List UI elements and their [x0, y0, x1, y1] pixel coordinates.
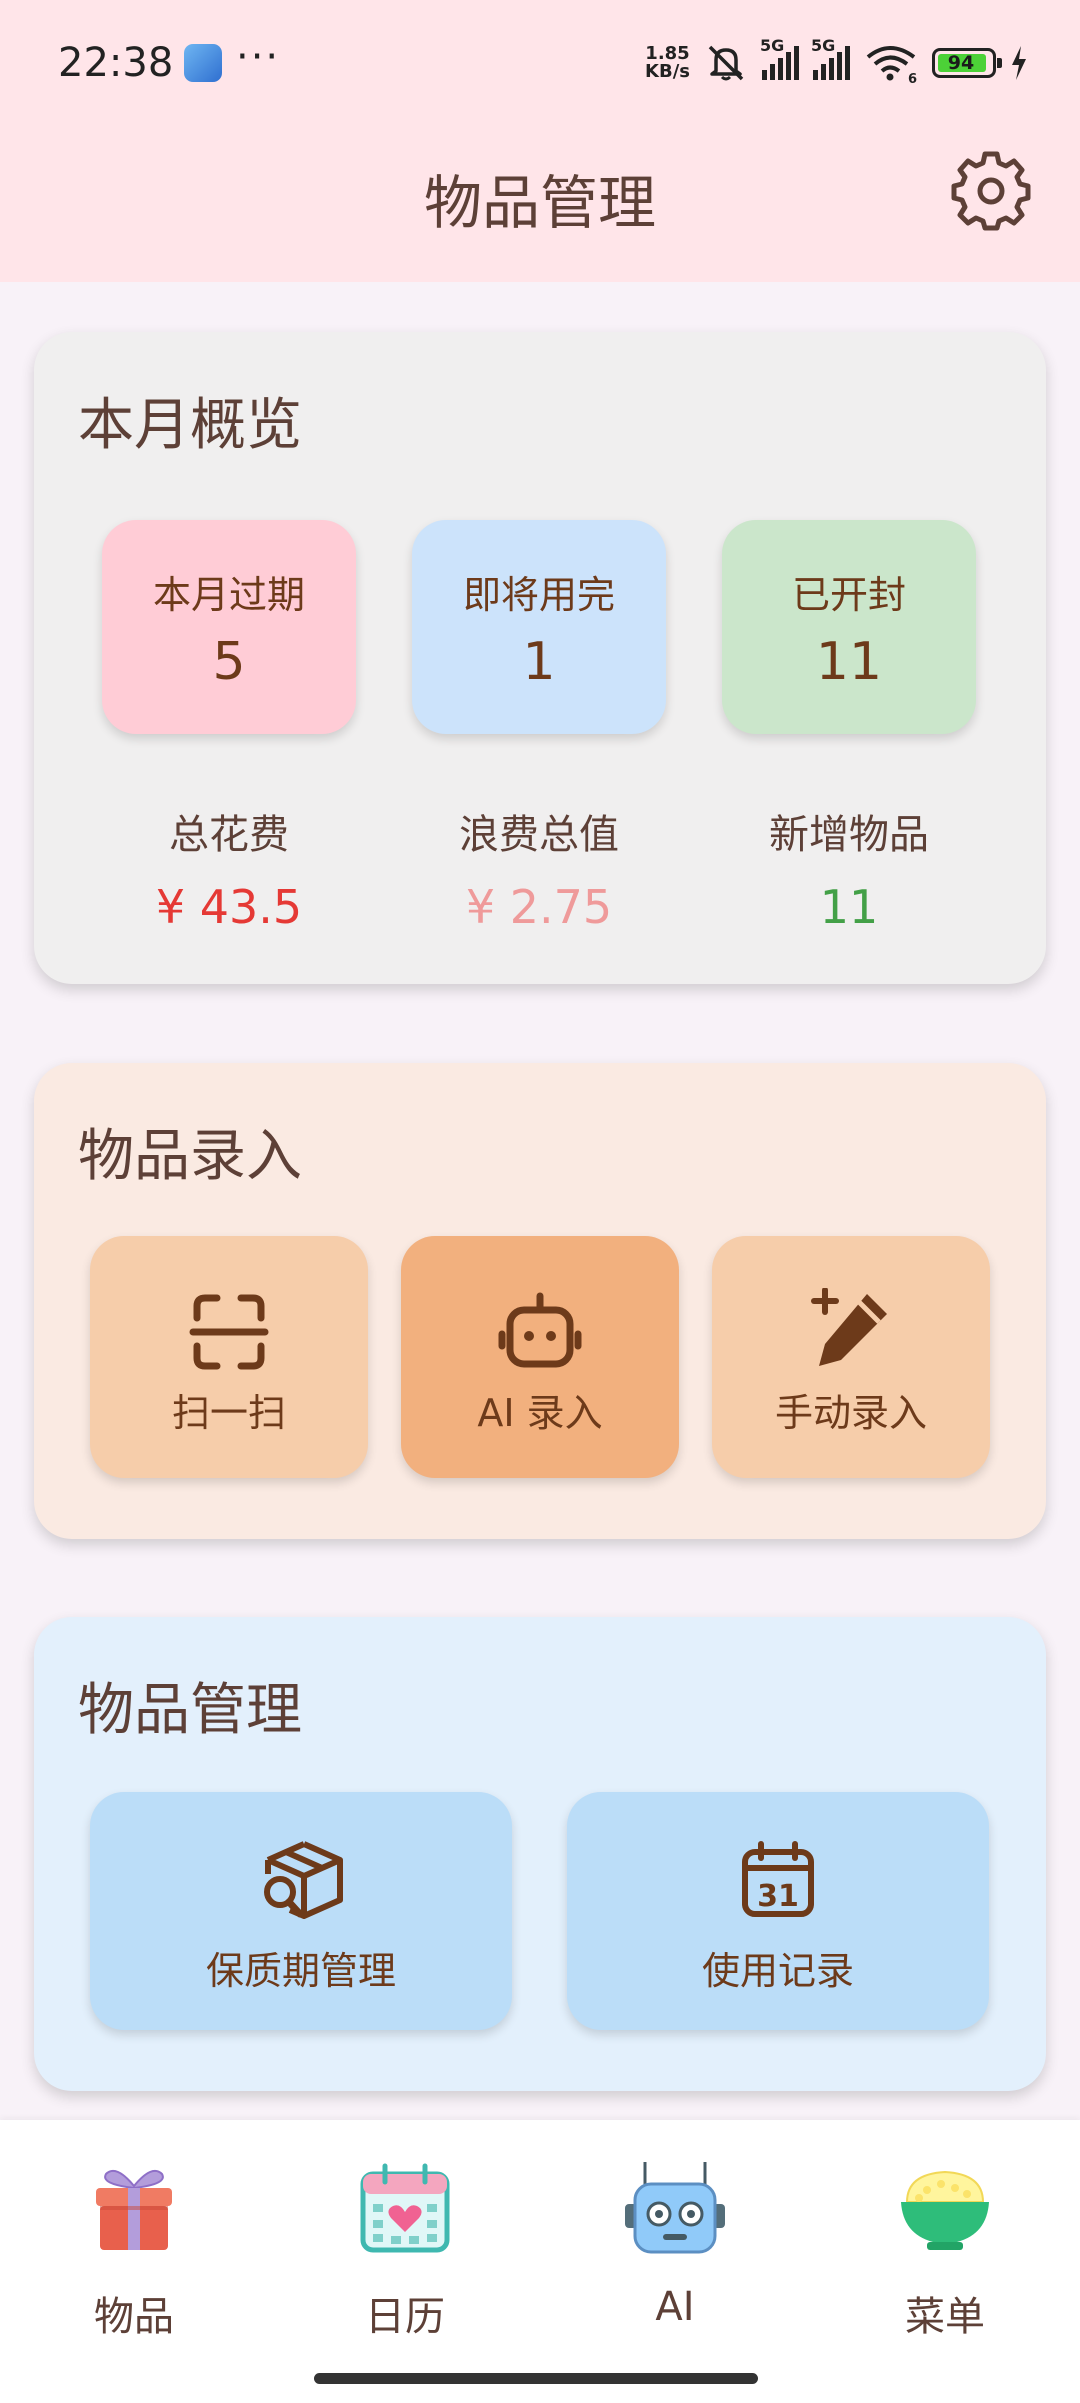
scan-icon [189, 1294, 269, 1370]
status-bar: 22:38 ··· 1.85 KB/s 5G 5G 6 94 [0, 0, 1080, 130]
svg-text:6: 6 [908, 72, 917, 83]
stat-running-out[interactable]: 即将用完 1 [412, 520, 666, 734]
overview-title: 本月概览 [78, 393, 302, 458]
notification-app-icon [184, 44, 222, 82]
usage-history-button[interactable]: 31 使用记录 [567, 1792, 989, 2030]
nav-item-ai[interactable]: AI [575, 2160, 775, 2330]
robot-face-icon [625, 2162, 725, 2254]
top-header: 22:38 ··· 1.85 KB/s 5G 5G 6 94 物品管理 [0, 0, 1080, 282]
status-time: 22:38 [58, 40, 174, 86]
rice-bowl-icon [901, 2170, 989, 2250]
stat-expiring-this-month[interactable]: 本月过期 5 [102, 520, 356, 734]
home-indicator[interactable] [314, 2373, 758, 2384]
item-management-card: 物品管理 保质期管理 31 使用记录 [34, 1617, 1046, 2091]
robot-icon [498, 1292, 582, 1368]
battery-icon: 94 [932, 48, 1002, 78]
summary-new-items: 新增物品 11 [769, 812, 929, 934]
page-title: 物品管理 [423, 169, 656, 237]
summary-total-spend: 总花费 ¥ 43.5 [155, 812, 303, 934]
network-speed: 1.85 KB/s [645, 43, 690, 82]
signal-strength-1-icon: 5G [760, 36, 799, 80]
gift-icon [96, 2170, 172, 2250]
more-notifications-icon: ··· [236, 34, 281, 80]
ai-entry-button[interactable]: AI 录入 [401, 1236, 679, 1478]
status-icons: 1.85 KB/s 5G 5G 6 94 [645, 36, 1028, 86]
entry-title: 物品录入 [78, 1124, 302, 1189]
box-search-icon [264, 1841, 343, 1919]
summary-waste-value: 浪费总值 ¥ 2.75 [459, 812, 619, 934]
pencil-plus-icon [811, 1288, 887, 1366]
wifi-icon: 6 [866, 46, 917, 83]
bottom-navigation: 物品 日历 AI 菜单 [0, 2120, 1080, 2403]
manual-entry-button[interactable]: 手动录入 [712, 1236, 990, 1478]
charging-bolt-icon [1012, 46, 1026, 80]
stat-opened[interactable]: 已开封 11 [722, 520, 976, 734]
nav-item-calendar[interactable]: 日历 [305, 2160, 505, 2342]
manage-title: 物品管理 [78, 1678, 302, 1743]
item-entry-card: 物品录入 扫一扫 AI 录入 手动录入 [34, 1063, 1046, 1539]
gear-icon[interactable] [950, 150, 1032, 232]
nav-item-menu[interactable]: 菜单 [845, 2160, 1045, 2342]
monthly-overview-card: 本月概览 本月过期 5 即将用完 1 已开封 11 总花费 ¥ 43.5 浪费总… [34, 332, 1046, 984]
scan-button[interactable]: 扫一扫 [90, 1236, 368, 1478]
shelf-life-button[interactable]: 保质期管理 [90, 1792, 512, 2030]
calendar-heart-icon [360, 2163, 450, 2253]
nav-item-items[interactable]: 物品 [34, 2160, 234, 2342]
calendar-31-icon: 31 [742, 1841, 814, 1917]
svg-text:31: 31 [757, 1879, 799, 1914]
mute-bell-icon [708, 45, 744, 81]
signal-strength-2-icon: 5G [811, 36, 850, 80]
